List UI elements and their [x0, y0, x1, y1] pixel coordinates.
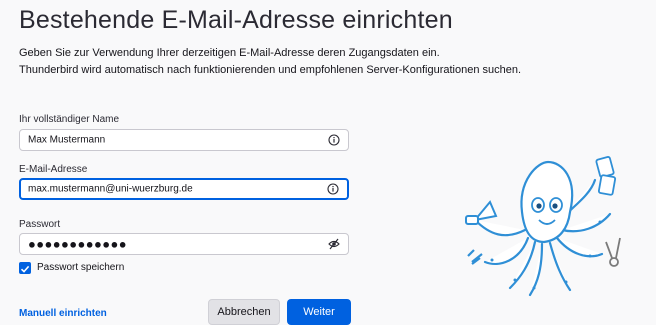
intro-line-1: Geben Sie zur Verwendung Ihrer derzeitig…	[19, 47, 440, 59]
info-icon[interactable]	[328, 134, 340, 146]
name-value: Max Mustermann	[28, 134, 106, 146]
cancel-button[interactable]: Abbrechen	[208, 299, 280, 325]
name-field[interactable]: Max Mustermann	[19, 129, 349, 151]
email-field[interactable]: max.mustermann@uni-wuerzburg.de	[19, 178, 349, 200]
email-value: max.mustermann@uni-wuerzburg.de	[28, 183, 193, 195]
remember-password-checkbox[interactable]	[19, 262, 31, 274]
info-icon[interactable]	[327, 183, 339, 195]
page-title: Bestehende E-Mail-Adresse einrichten	[19, 6, 453, 34]
password-field[interactable]: ●●●●●●●●●●●●	[19, 233, 349, 255]
password-value: ●●●●●●●●●●●●	[28, 236, 128, 252]
intro-text: Geben Sie zur Verwendung Ihrer derzeitig…	[19, 45, 521, 79]
email-label: E-Mail-Adresse	[19, 164, 88, 175]
manual-setup-link[interactable]: Manuell einrichten	[19, 308, 107, 319]
next-button[interactable]: Weiter	[287, 299, 351, 325]
password-label: Passwort	[19, 219, 61, 230]
remember-password-label[interactable]: Passwort speichern	[37, 262, 124, 273]
octopus-mascot-illustration	[465, 156, 621, 297]
name-label: Ihr vollständiger Name	[19, 114, 120, 125]
intro-line-2: Thunderbird wird automatisch nach funkti…	[19, 64, 522, 76]
eye-slash-icon[interactable]	[328, 238, 340, 250]
checkmark-icon	[20, 265, 30, 273]
